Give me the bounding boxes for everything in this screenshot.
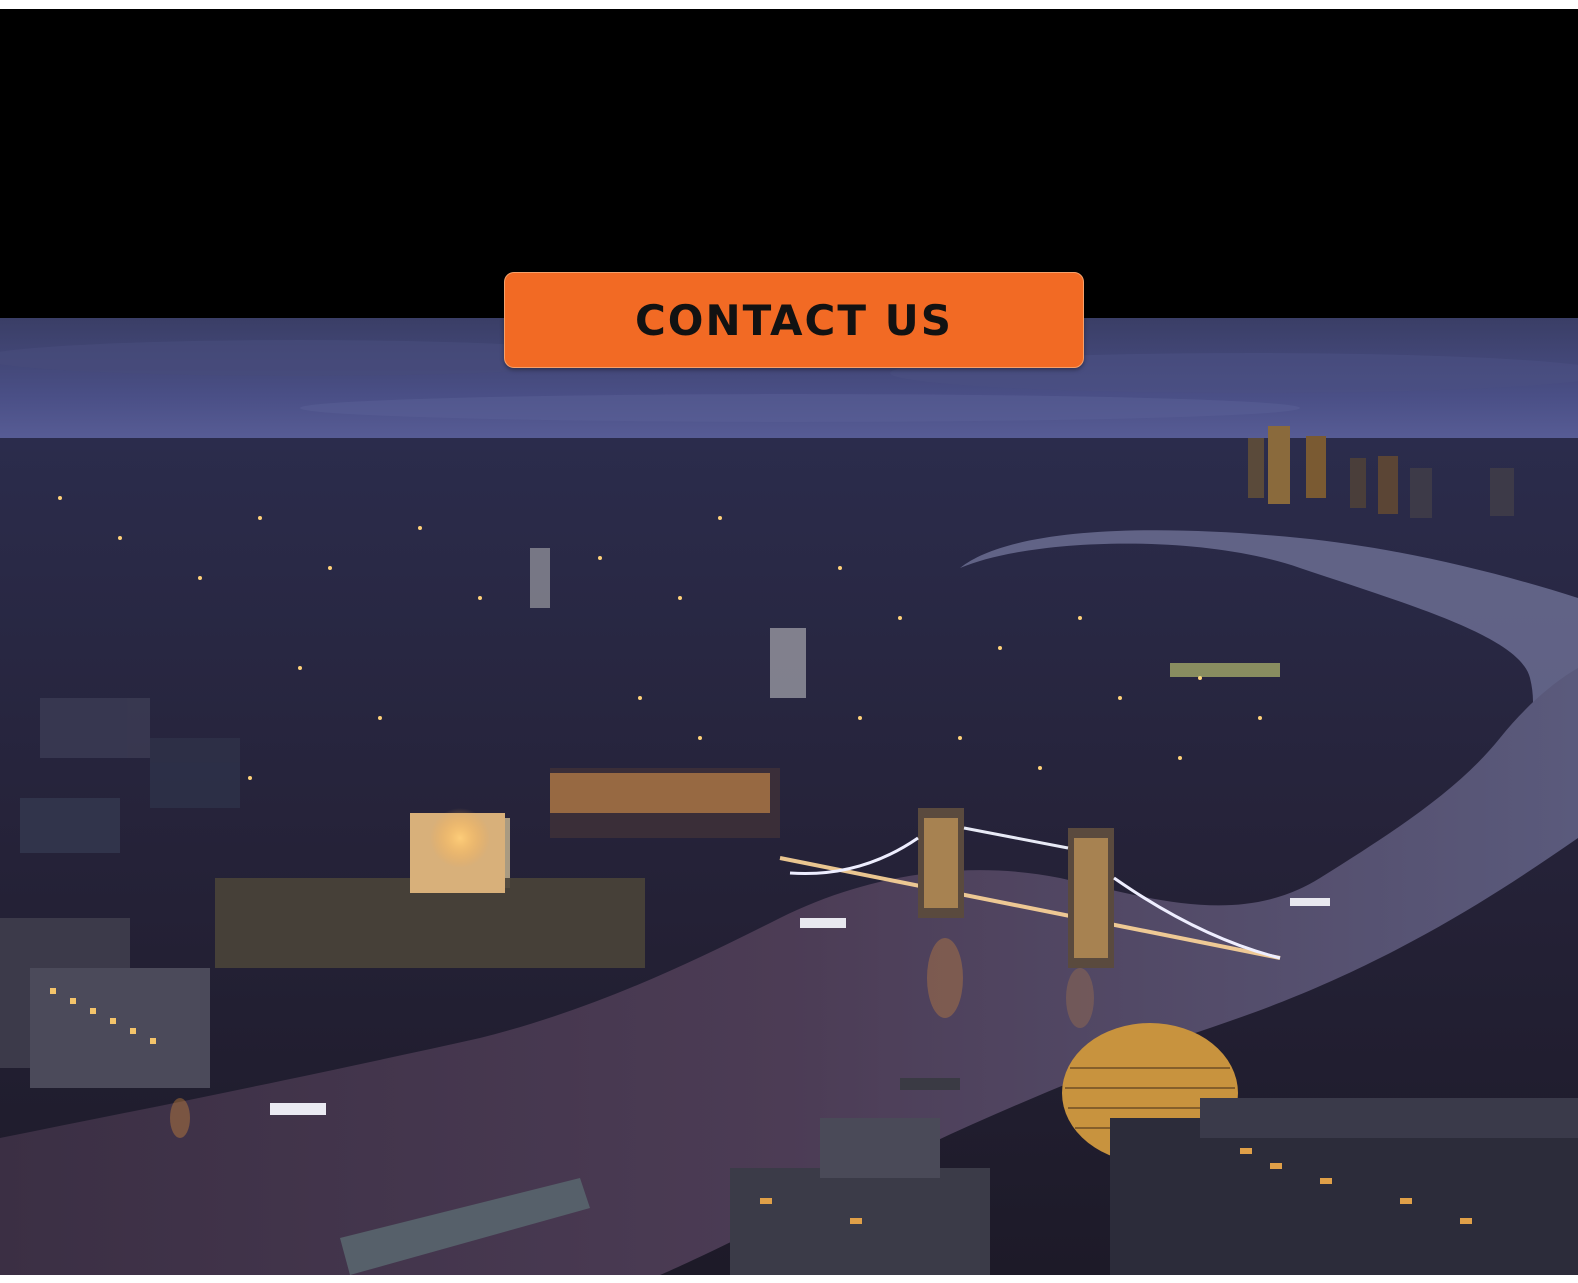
contact-us-button[interactable]: CONTACT US bbox=[504, 272, 1084, 368]
page: CONTACT US bbox=[0, 0, 1578, 1283]
contact-us-button-label: CONTACT US bbox=[634, 295, 954, 345]
bottom-white-strip bbox=[0, 1275, 1578, 1283]
hero-city-image bbox=[0, 318, 1578, 1275]
